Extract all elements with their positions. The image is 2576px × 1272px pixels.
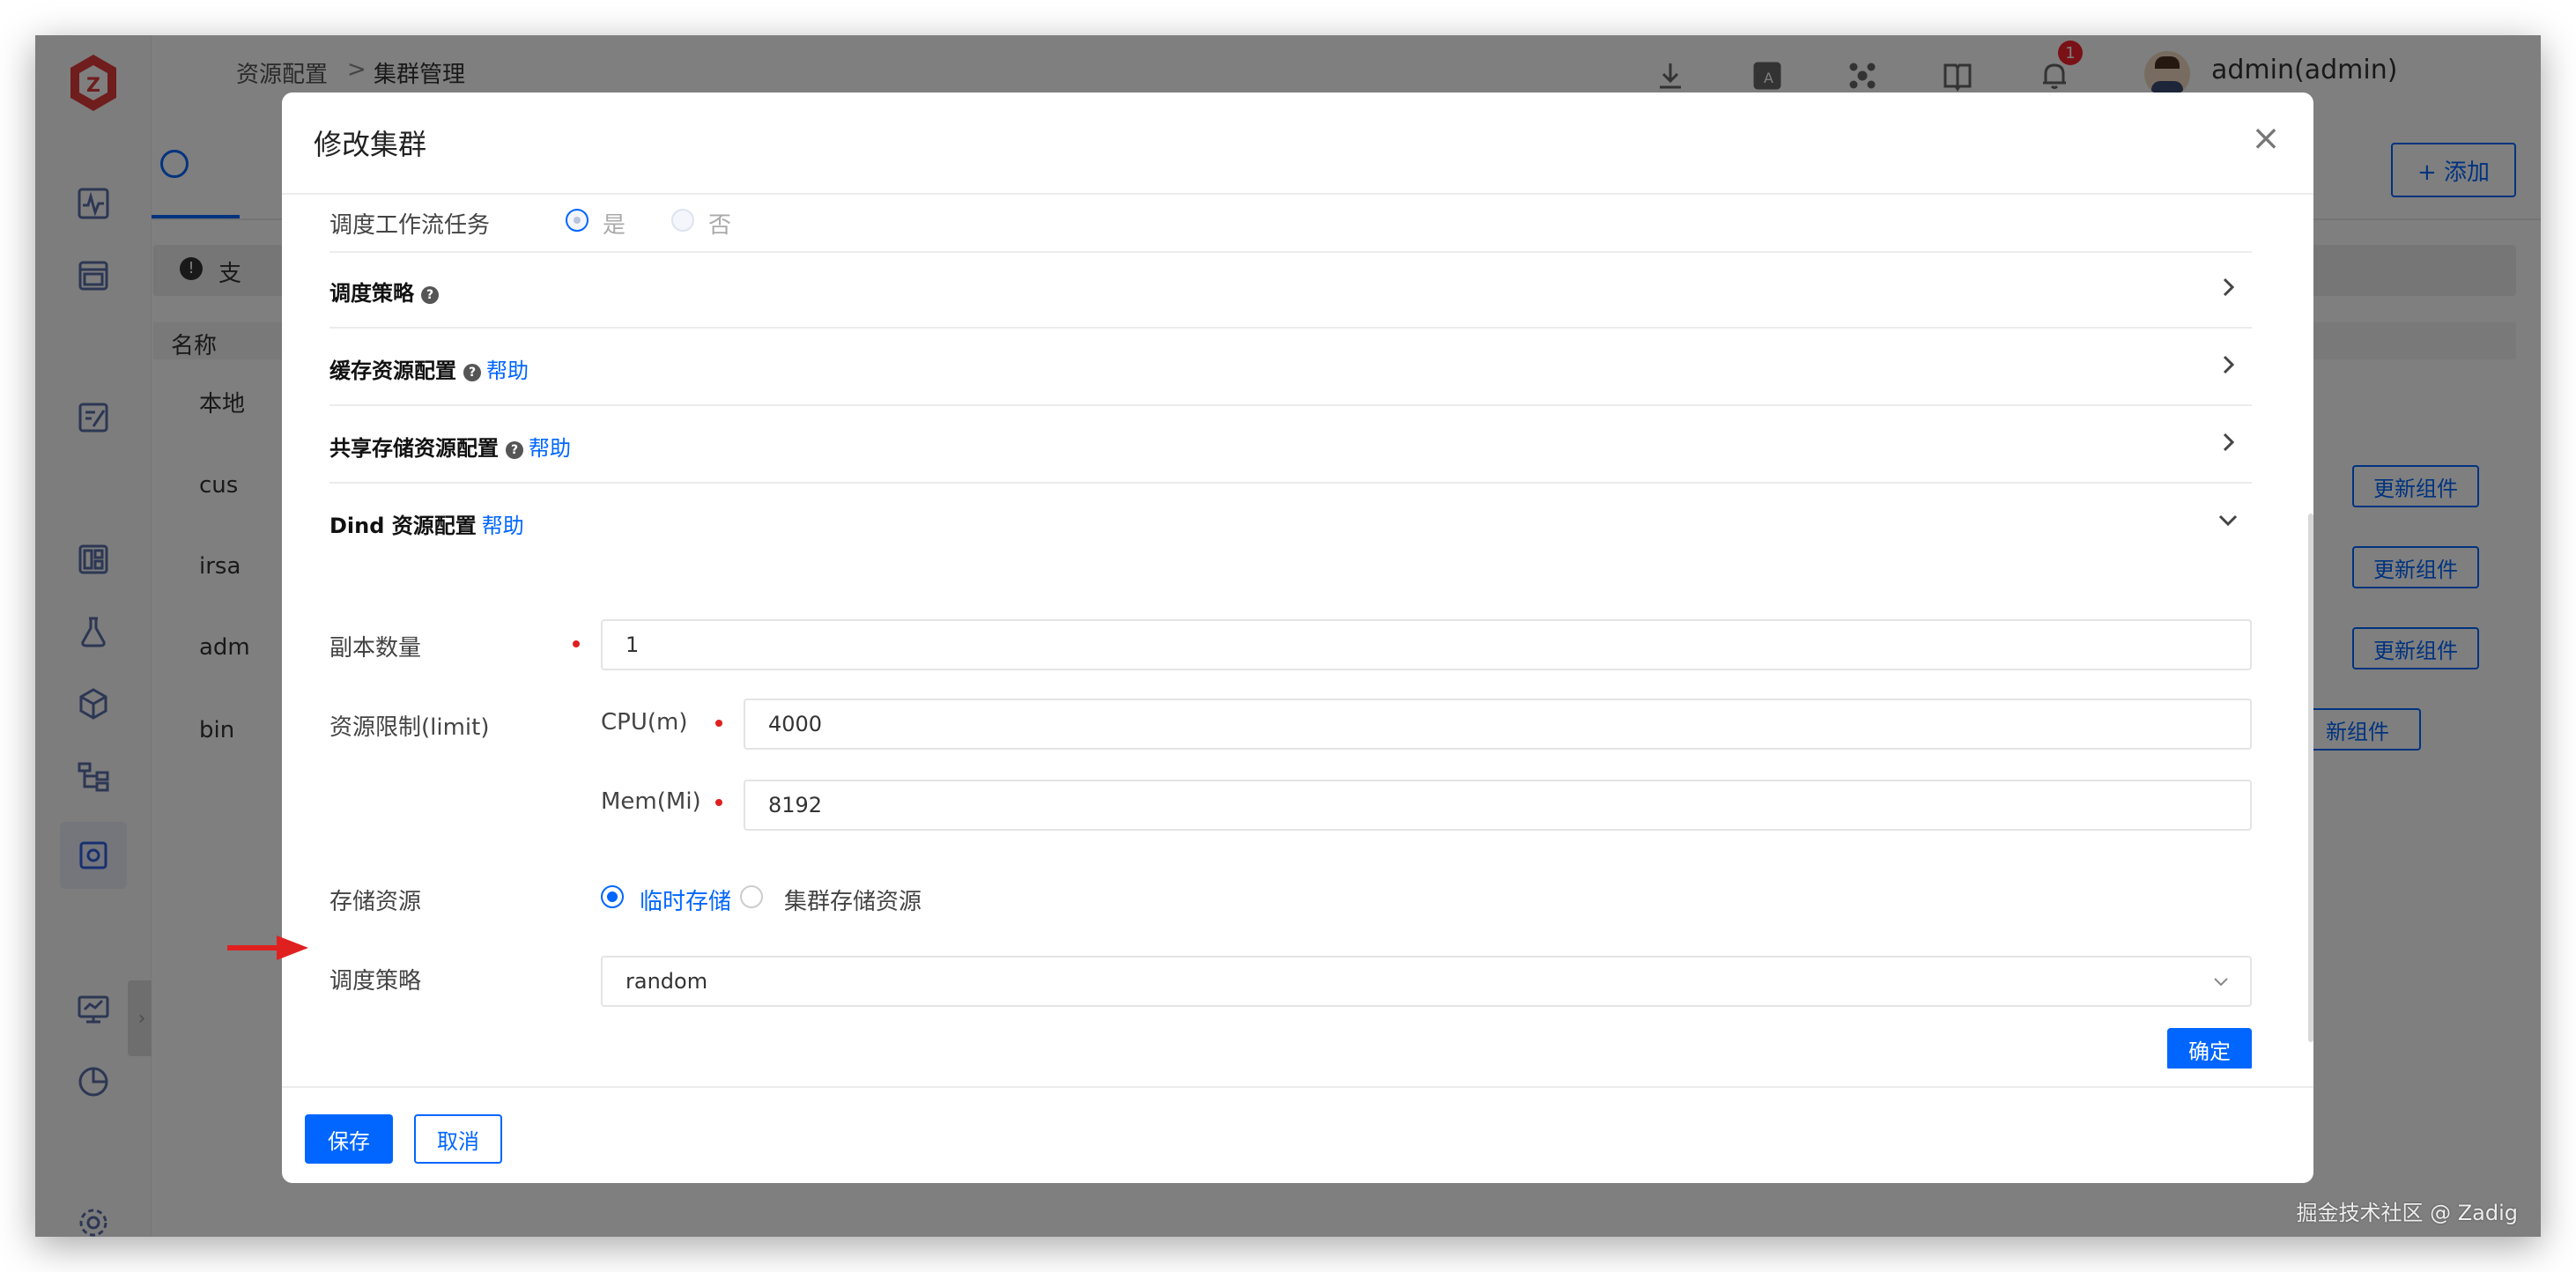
section-cache-resource[interactable]: 缓存资源配置? 帮助 [329, 330, 2252, 406]
edit-cluster-modal: 修改集群 × 调度工作流任务 是 否 调度策略? 缓存资源配置? 帮助 共享存储资… [282, 92, 2313, 1183]
storage-label: 存储资源 [329, 889, 422, 915]
section-title: 共享存储资源配置 [329, 436, 499, 461]
section-shared-storage[interactable]: 共享存储资源配置? 帮助 [329, 408, 2252, 484]
workflow-task-yes-label: 是 [603, 212, 626, 239]
storage-temp-label[interactable]: 临时存储 [640, 884, 731, 916]
modal-header: 修改集群 × [282, 92, 2313, 195]
chevron-down-icon [2210, 970, 2232, 993]
help-question-icon[interactable]: ? [463, 364, 481, 381]
chevron-right-icon[interactable] [2215, 274, 2241, 300]
app-window: Z › 资源配置 > 集群管理 A 1 admin(admin) ⋮ + 添加 … [35, 35, 2541, 1237]
workflow-task-label: 调度工作流任务 [329, 212, 491, 239]
modal-body: 调度工作流任务 是 否 调度策略? 缓存资源配置? 帮助 共享存储资源配置? 帮助 … [282, 196, 2313, 1069]
workflow-task-no-radio [671, 209, 694, 232]
chevron-down-icon[interactable] [2215, 507, 2241, 533]
section-title: Dind 资源配置 [329, 514, 477, 538]
close-icon[interactable]: × [2245, 117, 2287, 159]
help-link[interactable]: 帮助 [482, 514, 524, 538]
cpu-label: CPU(m) [601, 709, 688, 736]
replicas-input[interactable]: 1 [601, 619, 2252, 670]
storage-temp-radio[interactable] [601, 885, 624, 908]
required-marker [573, 640, 580, 647]
cancel-button[interactable]: 取消 [414, 1114, 502, 1164]
workflow-task-yes-radio [566, 209, 588, 232]
modal-title: 修改集群 [314, 128, 427, 161]
mem-input[interactable]: 8192 [744, 780, 2252, 831]
policy-select-value: random [625, 969, 708, 994]
watermark: 掘金技术社区 @ Zadig [2296, 1201, 2518, 1225]
section-title: 缓存资源配置 [329, 359, 456, 383]
cpu-input[interactable]: 4000 [744, 699, 2252, 750]
section-schedule-policy[interactable]: 调度策略? [329, 253, 2252, 329]
required-marker [715, 720, 722, 727]
help-link[interactable]: 帮助 [529, 436, 571, 461]
section-title: 调度策略 [329, 281, 414, 306]
policy-select[interactable]: random [601, 956, 2252, 1007]
chevron-right-icon[interactable] [2215, 351, 2241, 378]
limit-label: 资源限制(limit) [329, 714, 490, 741]
storage-cluster-radio[interactable] [740, 885, 763, 908]
workflow-task-no-label: 否 [708, 212, 732, 239]
modal-footer: 保存 取消 [282, 1086, 2313, 1183]
chevron-right-icon[interactable] [2215, 429, 2241, 455]
mem-label: Mem(Mi) [601, 788, 701, 815]
required-marker [715, 799, 722, 806]
confirm-button[interactable]: 确定 [2167, 1028, 2252, 1069]
help-link[interactable]: 帮助 [486, 359, 529, 383]
annotation-arrow-icon [227, 936, 308, 960]
policy-label: 调度策略 [329, 968, 422, 995]
save-button[interactable]: 保存 [305, 1114, 393, 1164]
scrollbar[interactable] [2308, 514, 2313, 1042]
help-question-icon[interactable]: ? [506, 441, 523, 459]
storage-cluster-label[interactable]: 集群存储资源 [784, 884, 922, 916]
help-question-icon[interactable]: ? [421, 286, 439, 304]
section-dind[interactable]: Dind 资源配置 帮助 [329, 485, 2252, 561]
replicas-label: 副本数量 [329, 635, 422, 662]
